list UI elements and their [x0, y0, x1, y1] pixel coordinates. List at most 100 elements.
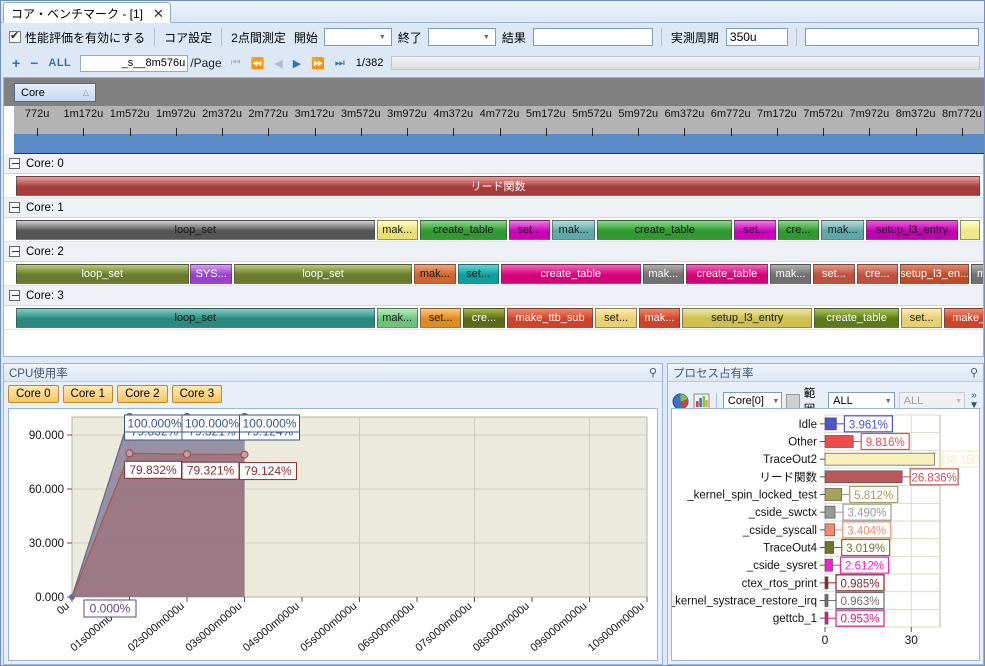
- timeline-block[interactable]: loop_set: [16, 220, 375, 240]
- prev-page-icon[interactable]: ◀: [269, 57, 287, 70]
- color-swatch[interactable]: [786, 394, 800, 409]
- bar[interactable]: [825, 595, 828, 607]
- timeline-block[interactable]: cre...: [463, 308, 504, 328]
- timeline-block[interactable]: mak...: [639, 308, 680, 328]
- show-all-button[interactable]: ALL: [43, 57, 76, 69]
- timeline-block[interactable]: mak...: [971, 264, 983, 284]
- zoom-out-icon[interactable]: −: [25, 55, 43, 71]
- close-icon[interactable]: ✕: [153, 7, 164, 20]
- tab-core-benchmark[interactable]: コア・ベンチマーク - [1] ✕: [3, 2, 171, 23]
- core-tab-1[interactable]: Core 1: [63, 385, 114, 403]
- bar[interactable]: [825, 453, 935, 465]
- timeline-block[interactable]: set...: [509, 220, 550, 240]
- process-occupancy-chart[interactable]: 030Idle3.961%Other9.816%TraceOut238.150%…: [671, 408, 980, 661]
- timeline-block[interactable]: set...: [420, 308, 461, 328]
- core-group-header[interactable]: Core: 1: [4, 198, 983, 218]
- timeline-block[interactable]: mak...: [414, 264, 455, 284]
- core-tab-0[interactable]: Core 0: [8, 385, 59, 403]
- data-point[interactable]: [241, 451, 248, 458]
- page-range-field[interactable]: _s__8m576u: [80, 55, 188, 72]
- chevron-down-icon[interactable]: ▼: [885, 398, 892, 405]
- timeline-block[interactable]: SYS...: [190, 264, 231, 284]
- collapse-icon[interactable]: [9, 202, 20, 213]
- fast-prev-icon[interactable]: ⏪: [246, 57, 270, 70]
- end-combo[interactable]: ▼: [428, 28, 496, 46]
- timeline-block[interactable]: set...: [901, 308, 942, 328]
- enable-perf-checkbox[interactable]: 性能評価を有効にする: [5, 29, 149, 46]
- result-field[interactable]: [533, 28, 653, 46]
- core-group-header[interactable]: Core: 2: [4, 242, 983, 262]
- checkbox-icon[interactable]: [9, 31, 21, 43]
- data-point[interactable]: [184, 451, 191, 458]
- timeline-block[interactable]: setup_l3_entry: [866, 220, 958, 240]
- zoom-in-icon[interactable]: +: [7, 55, 25, 71]
- timeline-block[interactable]: loop_set: [16, 308, 375, 328]
- timeline-block[interactable]: mak...: [821, 220, 864, 240]
- fast-next-icon[interactable]: ⏩: [306, 57, 330, 70]
- timeline-block[interactable]: mak...: [377, 220, 418, 240]
- timeline-block[interactable]: make_ttb_sub: [507, 308, 594, 328]
- bar[interactable]: [825, 489, 842, 501]
- timeline-block[interactable]: mak...: [770, 264, 811, 284]
- cpu-usage-chart[interactable]: 0.00030.00060.00090.0000u01s000m000u02s0…: [8, 408, 658, 661]
- core-track: loop_setmak...create_tableset...mak...cr…: [4, 218, 983, 242]
- pin-icon[interactable]: ⚲: [970, 366, 978, 379]
- chevron-down-icon[interactable]: ▼: [480, 30, 493, 45]
- first-page-icon[interactable]: ⏮: [226, 57, 246, 70]
- bar[interactable]: [825, 524, 835, 536]
- next-page-icon[interactable]: ▶: [288, 57, 306, 70]
- core-group-header[interactable]: Core: 3: [4, 286, 983, 306]
- timeline-block[interactable]: [960, 220, 980, 240]
- timeline-block[interactable]: set...: [813, 264, 854, 284]
- data-point[interactable]: [126, 450, 133, 457]
- timeline-tick: [500, 128, 501, 136]
- timeline-block[interactable]: mak...: [377, 308, 418, 328]
- bar[interactable]: [825, 471, 902, 483]
- start-combo[interactable]: ▼: [324, 28, 392, 46]
- bar[interactable]: [825, 506, 835, 518]
- bar[interactable]: [825, 559, 833, 571]
- core-group-header[interactable]: Core: 0: [4, 154, 983, 174]
- timeline-block[interactable]: create_table: [814, 308, 899, 328]
- core-tab-3[interactable]: Core 3: [172, 385, 223, 403]
- core-column-header[interactable]: Core △: [14, 83, 96, 102]
- period-field[interactable]: 350u: [726, 28, 788, 46]
- timeline-block[interactable]: loop_set: [16, 264, 189, 284]
- last-page-icon[interactable]: ⏭: [330, 57, 350, 70]
- core-settings-button[interactable]: コア設定: [160, 29, 216, 46]
- timeline-block[interactable]: setup_l3_en...: [900, 264, 969, 284]
- timeline-block[interactable]: loop_set: [234, 264, 412, 284]
- timeline-block[interactable]: create_table: [597, 220, 732, 240]
- timeline-block[interactable]: set...: [458, 264, 499, 284]
- bar[interactable]: [825, 542, 834, 554]
- extra-field[interactable]: [805, 28, 979, 46]
- timeline-block[interactable]: set...: [595, 308, 636, 328]
- pie-chart-icon[interactable]: [672, 393, 689, 410]
- horizontal-scrollbar[interactable]: [391, 56, 980, 70]
- timeline-block[interactable]: cre...: [778, 220, 819, 240]
- timeline-block[interactable]: set...: [734, 220, 775, 240]
- bar[interactable]: [825, 577, 828, 589]
- core-tab-2[interactable]: Core 2: [117, 385, 168, 403]
- timeline-block[interactable]: cre...: [857, 264, 898, 284]
- bar[interactable]: [825, 612, 828, 624]
- timeline-block[interactable]: mak...: [643, 264, 684, 284]
- bar-chart-icon[interactable]: [693, 393, 710, 410]
- timeline-band[interactable]: [14, 134, 985, 154]
- bar[interactable]: [825, 436, 853, 448]
- collapse-icon[interactable]: [9, 158, 20, 169]
- timeline-block[interactable]: make_ttb_sub: [944, 308, 983, 328]
- collapse-icon[interactable]: [9, 290, 20, 301]
- timeline-block[interactable]: create_table: [686, 264, 768, 284]
- chevron-down-icon[interactable]: ▼: [772, 398, 779, 405]
- timeline-block[interactable]: setup_l3_entry: [682, 308, 812, 328]
- collapse-icon[interactable]: [9, 246, 20, 257]
- pin-icon[interactable]: ⚲: [649, 366, 657, 379]
- chevron-down-icon[interactable]: ▼: [376, 30, 389, 45]
- timeline-block[interactable]: create_table: [420, 220, 507, 240]
- timeline-block[interactable]: リード関数: [16, 176, 980, 196]
- timeline-block[interactable]: create_table: [501, 264, 641, 284]
- timeline-block[interactable]: mak...: [552, 220, 595, 240]
- bar[interactable]: [825, 418, 836, 430]
- data-point[interactable]: [69, 594, 75, 600]
